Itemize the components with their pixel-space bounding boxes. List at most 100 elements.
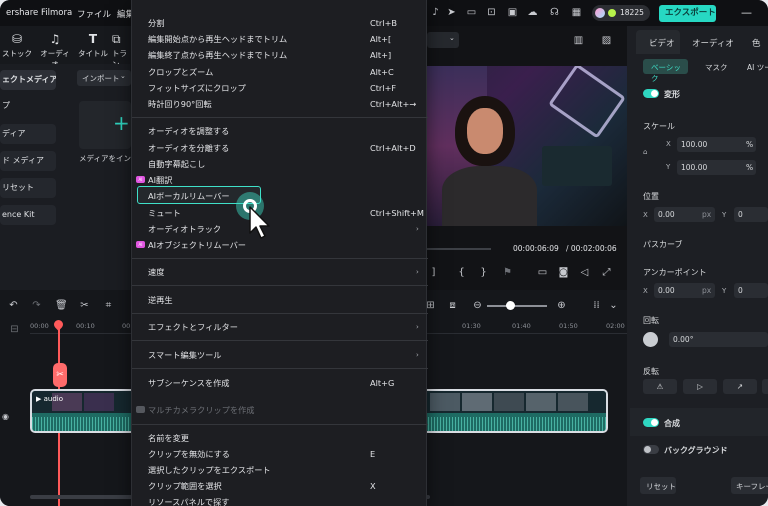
menu-item-trim-start[interactable]: 編集開始点から再生ヘッドまでトリム Alt+[ xyxy=(148,31,418,47)
preview-dropdown[interactable]: ⌄ xyxy=(427,32,459,48)
eye-icon[interactable]: ◉ xyxy=(2,412,9,421)
menu-item-rename[interactable]: 名前を変更 xyxy=(148,430,418,446)
nav-folder[interactable]: プ xyxy=(0,96,56,116)
bell-icon[interactable]: ♪ xyxy=(430,7,441,18)
menu-item-subsequence[interactable]: サブシーケンスを作成 Alt+G xyxy=(148,375,418,391)
menu-item-effects-filters[interactable]: エフェクトとフィルター › xyxy=(148,319,419,335)
menu-item-mute[interactable]: ミュート Ctrl+Shift+M xyxy=(148,205,424,221)
mark-out-icon[interactable]: } xyxy=(478,267,489,278)
menu-item-select-range[interactable]: クリップ範囲を選択 X xyxy=(148,478,418,494)
flag-icon[interactable]: ⚑ xyxy=(502,267,513,278)
grid-view-icon[interactable]: ⁞⁞ xyxy=(591,300,602,311)
track-settings-icon[interactable]: ⊟ xyxy=(9,324,20,335)
crop-icon[interactable]: ⌗ xyxy=(103,300,114,311)
camera-icon[interactable]: ◙ xyxy=(558,267,569,278)
nav-project-media[interactable]: ェクトメディア xyxy=(0,70,56,90)
background-toggle[interactable] xyxy=(643,445,659,454)
subtab-basic[interactable]: ベーシック xyxy=(643,59,688,83)
import-media-tile[interactable]: + xyxy=(79,101,131,149)
fit-icon[interactable]: ⧈ xyxy=(447,300,458,311)
menu-item-crop-zoom[interactable]: クロップとズーム Alt+C xyxy=(148,64,418,80)
transform-toggle[interactable] xyxy=(643,89,659,98)
zoom-slider-handle[interactable] xyxy=(506,301,515,310)
nav-influence-kit[interactable]: ence Kit xyxy=(0,205,56,225)
subtab-mask[interactable]: マスク xyxy=(705,62,728,73)
subtab-ai-tools[interactable]: AI ツー xyxy=(747,62,768,73)
menu-item-trim-end[interactable]: 編集終了点から再生ヘッドまでトリム Alt+] xyxy=(148,47,418,63)
notification-icon[interactable]: ▭ xyxy=(466,7,477,18)
stop-icon[interactable]: ] xyxy=(428,267,439,278)
progress-track[interactable] xyxy=(427,248,491,250)
nav-media[interactable]: ディア xyxy=(0,124,56,144)
tool-title[interactable]: T タイトル xyxy=(78,32,108,59)
menu-item-split[interactable]: 分割 Ctrl+B xyxy=(148,15,418,31)
display-icon[interactable]: ▭ xyxy=(537,267,548,278)
rotate-dial[interactable] xyxy=(643,332,658,347)
compare-icon[interactable]: ▥ xyxy=(573,35,584,46)
menu-item-auto-caption[interactable]: 自動字幕起こし xyxy=(148,156,418,172)
menu-item-audio-track[interactable]: オーディオトラック › xyxy=(148,221,419,237)
rotate-left-button[interactable]: ↗ xyxy=(723,379,757,394)
redo-icon[interactable]: ↷ xyxy=(31,300,42,311)
undo-icon[interactable]: ↶ xyxy=(8,300,19,311)
scissors-icon[interactable]: ✂ xyxy=(79,300,90,311)
lock-icon[interactable]: ⌂ xyxy=(643,148,647,156)
split-marker[interactable]: ✂ xyxy=(53,363,67,387)
flip-vertical-button[interactable]: ▷ xyxy=(683,379,717,394)
menu-item-detach-audio[interactable]: オーディオを分離する Ctrl+Alt+D xyxy=(148,140,418,156)
menu-item-smart-edit[interactable]: スマート編集ツール › xyxy=(148,347,419,363)
menu-item-ai-translate[interactable]: AI AI翻訳 xyxy=(136,172,418,188)
tab-audio[interactable]: オーディオ xyxy=(692,37,734,49)
volume-icon[interactable]: ◁ xyxy=(579,267,590,278)
credits-pill[interactable]: 18225 xyxy=(592,5,650,21)
menu-item-export-selected[interactable]: 選択したクリップをエクスポート xyxy=(148,462,418,478)
help-icon[interactable]: ? xyxy=(715,445,719,453)
scale-x-field[interactable]: 100.00 % xyxy=(677,137,756,152)
image-icon[interactable]: ▨ xyxy=(601,35,612,46)
nav-preset[interactable]: リセット xyxy=(0,178,56,198)
save-icon[interactable]: ▣ xyxy=(507,7,518,18)
box-icon[interactable]: ⊡ xyxy=(486,7,497,18)
minimize-icon[interactable]: — xyxy=(741,6,752,19)
cloud-icon[interactable]: ☁ xyxy=(527,7,538,18)
menu-item-speed[interactable]: 速度 › xyxy=(148,264,419,280)
menu-file[interactable]: ファイル xyxy=(77,8,111,20)
menu-item-adjust-audio[interactable]: オーディオを調整する xyxy=(148,123,418,139)
zoom-in-icon[interactable]: ⊕ xyxy=(556,300,567,311)
pos-y-field[interactable]: 0 xyxy=(734,207,768,222)
fullscreen-icon[interactable]: ⤢ xyxy=(601,267,612,278)
flip-horizontal-button[interactable]: ⚠ xyxy=(643,379,677,394)
menu-item-ai-object-remover[interactable]: AI AIオブジェクトリムーバー xyxy=(136,237,418,253)
pos-x-field[interactable]: 0.00 px xyxy=(654,207,715,222)
import-dropdown[interactable]: インポート ⌄ xyxy=(77,70,131,86)
keyframe-button[interactable]: キーフレー xyxy=(731,477,768,494)
menu-item-multicam[interactable]: マルチカメラクリップを作成 xyxy=(136,402,418,418)
nav-cloud-media[interactable]: ド メディア xyxy=(0,151,56,171)
tab-color[interactable]: 色 xyxy=(752,37,761,49)
chevron-down-icon[interactable]: ⌄ xyxy=(608,300,619,311)
menu-item-reverse[interactable]: 逆再生 xyxy=(148,292,418,308)
zoom-out-icon[interactable]: ⊖ xyxy=(472,300,483,311)
menu-item-crop-fit[interactable]: フィットサイズにクロップ Ctrl+F xyxy=(148,80,418,96)
headset-icon[interactable]: ☊ xyxy=(549,7,560,18)
mark-in-icon[interactable]: { xyxy=(456,267,467,278)
menu-item-rotate[interactable]: 時計回り90°回転 Ctrl+Alt+→ xyxy=(148,96,418,112)
grid-icon[interactable]: ▦ xyxy=(571,7,582,18)
menu-item-find-in-resources[interactable]: リソースパネルで探す xyxy=(148,494,418,506)
delete-icon[interactable]: 🗑 xyxy=(55,300,68,311)
rotate-right-button[interactable] xyxy=(762,379,768,394)
anchor-y-field[interactable]: 0 xyxy=(734,283,768,298)
send-icon[interactable]: ➤ xyxy=(446,7,457,18)
rotate-field[interactable]: 0.00° xyxy=(669,332,768,347)
tab-video[interactable]: ビデオ xyxy=(636,30,680,54)
export-button[interactable]: エクスポート ⌄ xyxy=(659,5,716,34)
scale-y-field[interactable]: 100.00 % xyxy=(677,160,756,175)
menu-item-ai-vocal-remover[interactable]: AIボーカルリムーバー xyxy=(148,188,418,204)
tool-stock[interactable]: ⛁ ストック xyxy=(2,32,32,59)
composite-toggle[interactable] xyxy=(643,418,659,427)
anchor-x-field[interactable]: 0.00 px xyxy=(654,283,715,298)
menu-item-disable-clip[interactable]: クリップを無効にする E xyxy=(148,446,418,462)
multicam-icon xyxy=(136,406,145,413)
zoom-slider[interactable] xyxy=(487,305,547,307)
reset-button[interactable]: リセット xyxy=(640,477,676,494)
